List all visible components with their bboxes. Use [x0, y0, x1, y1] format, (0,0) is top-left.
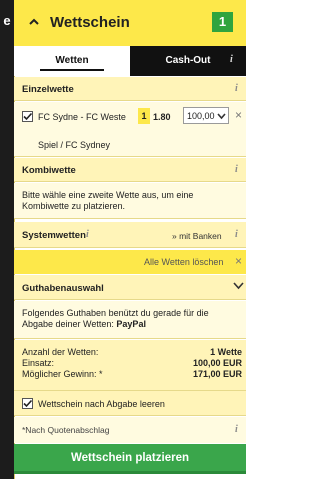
stake-value: 100,00 — [187, 111, 215, 121]
stake-dropdown[interactable]: 100,00 — [183, 107, 229, 124]
bet-odds: 1.80 — [153, 112, 171, 122]
footnote-row: *Nach Quotenabschlag i — [14, 417, 246, 443]
gewinn-label: Möglicher Gewinn: * — [22, 369, 103, 379]
left-edge-label: e — [3, 13, 11, 28]
bet-checkbox[interactable] — [22, 111, 33, 122]
bet-selection: 1 — [138, 108, 150, 124]
guthaben-header[interactable]: Guthabenauswahl — [14, 275, 246, 300]
bet-row: FC Sydne - FC Weste 1 1.80 100,00 × Spie… — [14, 102, 246, 157]
info-icon[interactable]: i — [235, 164, 238, 175]
footnote: *Nach Quotenabschlag — [22, 425, 110, 435]
clear-all-link[interactable]: Alle Wetten löschen — [144, 257, 223, 267]
anzahl-value: 1 Wette — [210, 347, 242, 357]
bet-count-badge: 1 — [212, 12, 233, 32]
kombiwette-message: Bitte wähle eine zweite Wette aus, um ei… — [22, 190, 194, 211]
banker-toggle[interactable]: » mit Banken — [172, 231, 222, 241]
submit-button[interactable]: Wettschein platzieren — [14, 444, 246, 474]
clear-after-row[interactable]: Wettschein nach Abgabe leeren — [14, 390, 246, 416]
einzelwette-title: Einzelwette — [22, 84, 74, 95]
einzelwette-header: Einzelwette i — [14, 77, 246, 101]
kombiwette-message-box: Bitte wähle eine zweite Wette aus, um ei… — [14, 183, 246, 219]
einsatz-value: 100,00 EUR — [192, 358, 242, 368]
info-icon[interactable]: i — [235, 229, 238, 240]
tab-cash-out-label: Cash-Out — [165, 55, 211, 66]
info-icon[interactable]: i — [230, 54, 233, 65]
clear-all-bar: Alle Wetten löschen × — [14, 250, 246, 274]
info-icon[interactable]: i — [235, 424, 238, 435]
kombiwette-header: Kombiwette i — [14, 158, 246, 182]
chevron-up-icon[interactable] — [28, 16, 40, 28]
kombiwette-title: Kombiwette — [22, 165, 76, 176]
betslip-title: Wettschein — [50, 14, 130, 31]
info-icon[interactable]: i — [86, 229, 89, 240]
betslip-header[interactable]: Wettschein 1 — [14, 0, 246, 46]
anzahl-label: Anzahl der Wetten: — [22, 347, 99, 357]
gewinn-value: 171,00 EUR — [192, 369, 242, 379]
left-edge-strip — [0, 0, 14, 479]
clear-after-checkbox[interactable] — [22, 398, 33, 409]
tab-cash-out[interactable]: Cash-Out i — [130, 46, 246, 76]
guthaben-message-box: Folgendes Guthaben benützt du gerade für… — [14, 301, 246, 339]
clear-after-label: Wettschein nach Abgabe leeren — [38, 399, 165, 409]
remove-bet-icon[interactable]: × — [235, 108, 242, 122]
systemwetten-title: Systemwetten — [22, 230, 86, 241]
guthaben-title: Guthabenauswahl — [22, 283, 104, 294]
tab-active-underline — [40, 69, 104, 71]
guthaben-message: Folgendes Guthaben benützt du gerade für… — [22, 308, 236, 330]
systemwetten-header: Systemwetten i » mit Banken i — [14, 222, 246, 248]
info-icon[interactable]: i — [235, 83, 238, 94]
clear-all-icon[interactable]: × — [235, 254, 242, 268]
chevron-down-icon — [217, 112, 226, 122]
summary-box: Anzahl der Wetten: 1 Wette Einsatz: 100,… — [14, 340, 246, 390]
payment-method: PayPal — [116, 319, 146, 329]
submit-label: Wettschein platzieren — [70, 452, 189, 464]
einsatz-label: Einsatz: — [22, 358, 55, 368]
bet-match-name: FC Sydne - FC Weste — [38, 112, 126, 122]
bet-market: Spiel / FC Sydney — [38, 140, 111, 150]
tab-wetten[interactable]: Wetten — [14, 46, 130, 76]
chevron-down-icon[interactable] — [233, 281, 244, 292]
tab-wetten-label: Wetten — [55, 55, 89, 66]
